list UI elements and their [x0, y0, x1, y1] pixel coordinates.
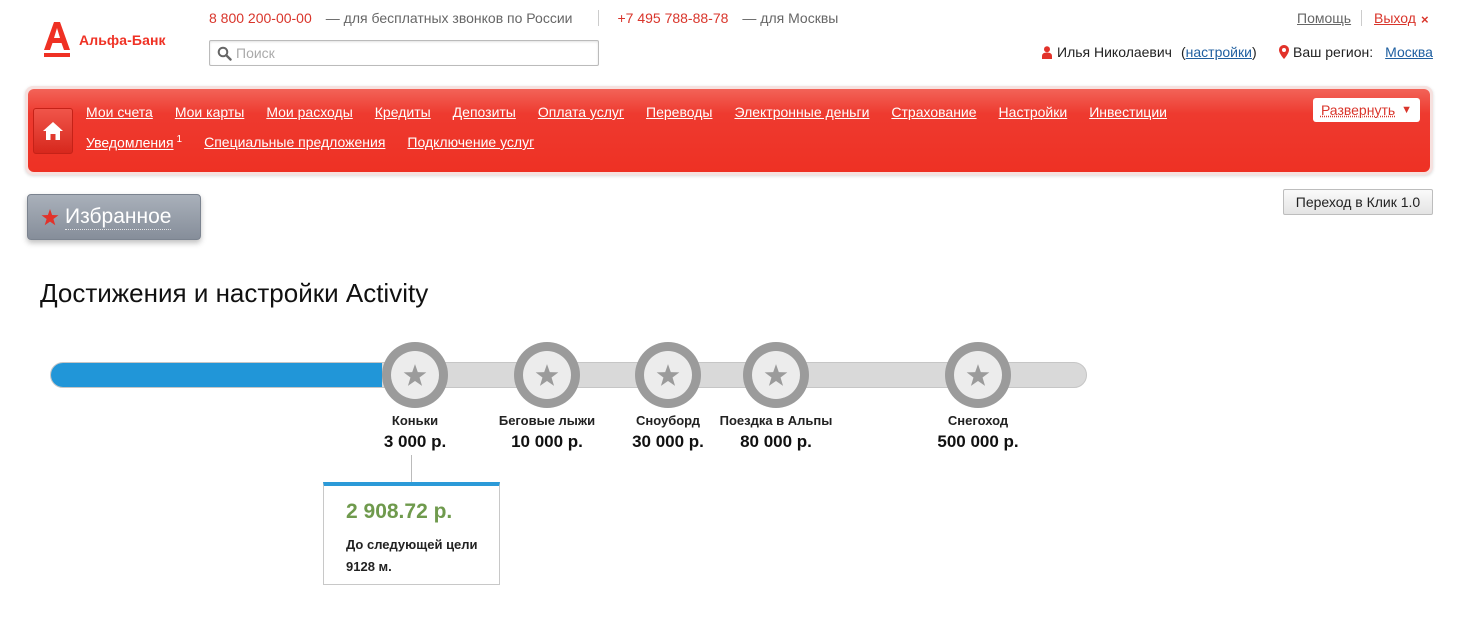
goal-marker-inner [523, 351, 571, 399]
nav-notifications[interactable]: Уведомления 1 [86, 134, 182, 151]
logo-text: Альфа-Банк [79, 32, 166, 48]
top-links-divider [1361, 10, 1362, 26]
alfa-bank-logo[interactable]: Альфа-Банк [43, 22, 166, 58]
goal-label: Поездка в Альпы 80 000 р. [696, 413, 856, 452]
goal-marker[interactable] [382, 342, 448, 408]
star-icon [966, 363, 990, 386]
goal-marker-inner [752, 351, 800, 399]
phone-free-desc: — для бесплатных звонков по России [325, 10, 573, 26]
nav-my-expenses[interactable]: Мои расходы [266, 104, 352, 120]
home-button[interactable] [33, 108, 73, 154]
nav-my-cards[interactable]: Мои карты [175, 104, 245, 120]
goal-marker[interactable] [945, 342, 1011, 408]
expand-menu-label: Развернуть [1320, 102, 1396, 118]
nav-e-money[interactable]: Электронные деньги [734, 104, 869, 120]
next-goal-distance: 9128 м. [346, 559, 392, 574]
home-icon [43, 122, 63, 140]
page-title: Достижения и настройки Activity [40, 278, 429, 308]
user-info: Илья Николаевич (настройки) [1042, 44, 1257, 60]
search-icon [217, 46, 232, 61]
user-icon [1042, 45, 1052, 59]
phones-divider [598, 10, 600, 26]
nav-special-offers[interactable]: Специальные предложения [204, 134, 385, 151]
current-position-connector [411, 455, 412, 485]
search-input[interactable] [236, 45, 576, 61]
goal-marker[interactable] [514, 342, 580, 408]
goal-marker-inner [954, 351, 1002, 399]
goal-marker[interactable] [743, 342, 809, 408]
help-link[interactable]: Помощь [1297, 10, 1351, 26]
nav-deposits[interactable]: Депозиты [453, 104, 516, 120]
region-info: Ваш регион: Москва [1279, 44, 1433, 60]
favorites-label: Избранное [65, 204, 172, 230]
goal-amount: 80 000 р. [740, 432, 812, 451]
phone-moscow-desc: — для Москвы [742, 10, 839, 26]
notifications-badge: 1 [176, 134, 183, 145]
phone-free[interactable]: 8 800 200-00-00 [209, 10, 312, 26]
nav-row-secondary: Уведомления 1 Специальные предложения Под… [86, 134, 556, 151]
expand-menu-button[interactable]: Развернуть ▼ [1313, 98, 1420, 122]
user-settings-link[interactable]: настройки [1186, 44, 1252, 60]
next-goal-text-line1: До следующей цели [346, 537, 478, 552]
star-icon [656, 363, 680, 386]
search-box[interactable] [209, 40, 599, 66]
triangle-down-icon: ▼ [1401, 104, 1413, 116]
logout-link[interactable]: Выход [1374, 10, 1416, 26]
next-goal-text: До следующей цели 9128 м. [346, 534, 499, 578]
close-icon[interactable]: × [1421, 12, 1429, 27]
nav-row-primary: Мои счета Мои карты Мои расходы Кредиты … [86, 104, 1189, 120]
alfa-logo-icon [43, 22, 71, 58]
user-name: Илья Николаевич [1057, 44, 1172, 60]
star-icon [764, 363, 788, 386]
nav-connect-services[interactable]: Подключение услуг [407, 134, 534, 151]
region-label: Ваш регион: [1293, 44, 1374, 60]
star-icon [41, 208, 59, 225]
nav-insurance[interactable]: Страхование [891, 104, 976, 120]
switch-to-klik-button[interactable]: Переход в Клик 1.0 [1283, 189, 1433, 215]
goal-marker-inner [391, 351, 439, 399]
phone-bar: 8 800 200-00-00 — для бесплатных звонков… [209, 10, 838, 26]
main-navigation-bar: Мои счета Мои карты Мои расходы Кредиты … [28, 89, 1430, 172]
nav-investments[interactable]: Инвестиции [1089, 104, 1167, 120]
star-icon [403, 363, 427, 386]
nav-transfers[interactable]: Переводы [646, 104, 712, 120]
activity-progress-fill [51, 363, 383, 387]
main-navigation: Мои счета Мои карты Мои расходы Кредиты … [25, 86, 1433, 175]
star-icon [535, 363, 559, 386]
goal-amount: 500 000 р. [937, 432, 1019, 451]
phone-moscow[interactable]: +7 495 788-88-78 [617, 10, 728, 26]
location-pin-icon [1279, 45, 1289, 59]
nav-credits[interactable]: Кредиты [375, 104, 431, 120]
goal-label: Снегоход 500 000 р. [898, 413, 1058, 452]
region-city-link[interactable]: Москва [1385, 44, 1433, 60]
nav-my-accounts[interactable]: Мои счета [86, 104, 153, 120]
accumulated-sum: 2 908.72 р. [346, 500, 453, 523]
goal-name: Снегоход [947, 413, 1009, 428]
goal-name: Поездка в Альпы [719, 413, 833, 428]
nav-notifications-label: Уведомления [86, 134, 174, 151]
goal-marker[interactable] [635, 342, 701, 408]
nav-payments[interactable]: Оплата услуг [538, 104, 624, 120]
nav-settings[interactable]: Настройки [999, 104, 1068, 120]
next-goal-info: 2 908.72 р. До следующей цели 9128 м. [323, 482, 500, 585]
favorites-button[interactable]: Избранное [27, 194, 201, 240]
goal-marker-inner [644, 351, 692, 399]
